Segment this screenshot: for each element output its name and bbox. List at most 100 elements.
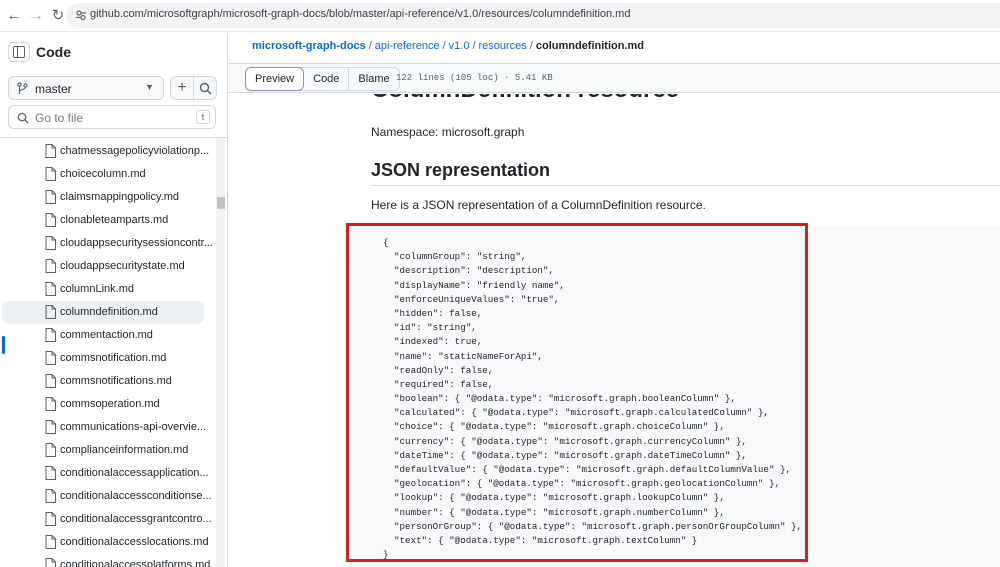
namespace-text: Namespace: microsoft.graph (371, 125, 525, 139)
view-mode-switch: Preview Code Blame (245, 67, 400, 91)
file-tree-item[interactable]: conditionalaccessconditionse... (0, 485, 216, 508)
code-line: "calculated": { "@odata.type": "microsof… (383, 407, 769, 419)
file-icon (45, 190, 56, 204)
page-title: ColumnDefinition resource (371, 94, 679, 104)
git-branch-icon (17, 82, 28, 94)
branch-selector[interactable]: master ▼ (8, 76, 164, 100)
code-line: "personOrGroup": { "@odata.type": "micro… (383, 520, 803, 532)
file-tree-item[interactable]: choicecolumn.md (0, 163, 216, 186)
active-file-indicator (2, 336, 5, 354)
code-line: "description": "description", (383, 265, 554, 277)
file-tree-item[interactable]: complianceinformation.md (0, 439, 216, 462)
file-tree-item[interactable]: cloudappsecuritystate.md (0, 255, 216, 278)
code-line: "number": { "@odata.type": "microsoft.gr… (383, 506, 725, 518)
address-bar[interactable]: github.com/microsoftgraph/microsoft-grap… (66, 3, 1000, 28)
divider (0, 137, 227, 138)
file-icon (45, 144, 56, 158)
file-icon (45, 305, 56, 319)
file-icon (45, 351, 56, 365)
section-heading: JSON representation (371, 160, 551, 180)
code-line: "boolean": { "@odata.type": "microsoft.g… (383, 393, 736, 405)
file-icon (45, 374, 56, 388)
code-line: "enforceUniqueValues": "true", (383, 293, 560, 305)
markdown-content: ColumnDefinition resource Namespace: mic… (229, 94, 1000, 567)
file-tree-item[interactable]: columnLink.md (0, 278, 216, 301)
code-line: "columnGroup": "string", (383, 251, 527, 263)
keyboard-shortcut-hint: t (196, 110, 210, 124)
file-icon (45, 466, 56, 480)
file-tree-item-label: conditionalaccessgrantcontro... (60, 513, 212, 525)
file-tree-item-label: conditionalaccessplatforms.md (60, 559, 211, 567)
file-tree-item[interactable]: commsnotification.md (0, 347, 216, 370)
add-file-button[interactable]: + (170, 76, 194, 100)
breadcrumb-link-resources[interactable]: resources (479, 40, 527, 52)
breadcrumb-link-api-reference[interactable]: api-reference (375, 40, 440, 52)
file-tree-item[interactable]: conditionalaccessgrantcontro... (0, 508, 216, 531)
file-tree-item[interactable]: chatmessagepolicyviolationp... (0, 140, 216, 163)
file-tree-item[interactable]: conditionalaccessplatforms.md (0, 554, 216, 567)
breadcrumb-link-v1[interactable]: v1.0 (449, 40, 470, 52)
file-icon (45, 558, 56, 567)
file-tree-item[interactable]: columndefinition.md (2, 301, 204, 324)
breadcrumb: microsoft-graph-docs / api-reference / v1.0/… (252, 40, 644, 52)
file-icon (45, 213, 56, 227)
file-icon (45, 282, 56, 296)
back-arrow-icon[interactable]: ← (4, 6, 24, 26)
file-tree-item[interactable]: commsoperation.md (0, 393, 216, 416)
file-icon (45, 259, 56, 273)
breadcrumb-repo-link[interactable]: microsoft-graph-docs (252, 40, 366, 52)
sidebar-toggle-icon (13, 46, 25, 58)
file-icon (45, 236, 56, 250)
url-text[interactable]: github.com/microsoftgraph/microsoft-grap… (90, 8, 630, 20)
code-line: "name": "staticNameForApi", (383, 350, 543, 362)
code-line: "required": false, (383, 378, 494, 390)
file-tree-item-label: commsoperation.md (60, 398, 160, 410)
file-icon (45, 328, 56, 342)
file-icon (45, 443, 56, 457)
file-tree-item-label: clonableteamparts.md (60, 214, 169, 226)
file-tree-item-label: conditionalaccesslocations.md (60, 536, 209, 548)
collapse-sidebar-button[interactable] (8, 42, 30, 62)
file-tree-item[interactable]: conditionalaccesslocations.md (0, 531, 216, 554)
file-tree-item-label: communications-api-overvie... (60, 421, 207, 433)
browser-toolbar: ← → ↻ github.com/microsoftgraph/microsof… (0, 0, 1000, 32)
file-tree-item[interactable]: commentaction.md (0, 324, 216, 347)
file-tree-item[interactable]: claimsmappingpolicy.md (0, 186, 216, 209)
file-icon (45, 512, 56, 526)
file-tree-item-label: commsnotifications.md (60, 375, 172, 387)
sidebar-scrollbar-thumb[interactable] (217, 197, 225, 209)
sidebar-title: Code (36, 44, 71, 60)
file-tree-item-label: complianceinformation.md (60, 444, 189, 456)
reload-icon[interactable]: ↻ (48, 6, 68, 26)
blame-tab[interactable]: Blame (349, 68, 398, 90)
code-line: "hidden": false, (383, 307, 483, 319)
code-line: "defaultValue": { "@odata.type": "micros… (383, 464, 791, 475)
code-line: "text": { "@odata.type": "microsoft.grap… (383, 534, 698, 546)
file-tree-item-label: conditionalaccessapplication... (60, 467, 209, 479)
breadcrumb-current-file: columndefinition.md (535, 40, 645, 52)
file-tree-item-label: conditionalaccessconditionse... (60, 490, 212, 502)
file-tree-item[interactable]: commsnotifications.md (0, 370, 216, 393)
file-tree-item-label: cloudappsecuritysessioncontr... (60, 237, 213, 249)
go-to-file-input[interactable]: Go to file t (8, 105, 216, 129)
search-icon (17, 112, 29, 124)
file-tree-item[interactable]: communications-api-overvie... (0, 416, 216, 439)
file-tree-sidebar: Code master ▼ + Go to file t chatmessage… (0, 33, 228, 567)
file-tree-item-label: cloudappsecuritystate.md (60, 260, 185, 272)
code-line: } (383, 549, 389, 561)
branch-name: master (35, 82, 72, 96)
site-info-icon[interactable] (75, 9, 87, 21)
forward-arrow-icon[interactable]: → (26, 6, 46, 26)
preview-tab[interactable]: Preview (245, 67, 305, 91)
file-tree-item[interactable]: cloudappsecuritysessioncontr... (0, 232, 216, 255)
file-tree-item-label: commsnotification.md (60, 352, 167, 364)
file-tree-item[interactable]: clonableteamparts.md (0, 209, 216, 232)
code-line: "displayName": "friendly name", (383, 279, 565, 291)
file-stats: 122 lines (105 loc) · 5.41 KB (396, 73, 553, 83)
search-button[interactable] (193, 76, 217, 100)
code-line: "choice": { "@odata.type": "microsoft.gr… (383, 421, 725, 433)
file-tree-item[interactable]: conditionalaccessapplication... (0, 462, 216, 485)
code-tab[interactable]: Code (304, 68, 350, 90)
go-to-file-placeholder: Go to file (35, 111, 84, 125)
breadcrumb-separator: / (472, 40, 476, 52)
